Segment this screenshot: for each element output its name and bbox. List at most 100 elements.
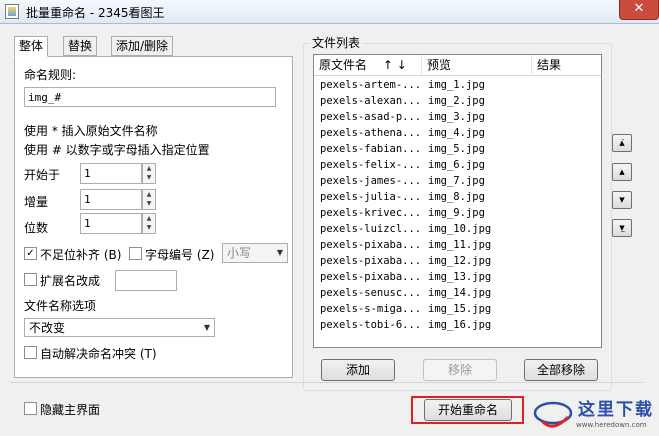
preview-name: img_16.jpg — [428, 319, 492, 331]
watermark-url: www.heredown.com — [576, 421, 647, 429]
table-row[interactable]: pexels-s-miga... img_15.jpg — [314, 301, 601, 317]
table-row[interactable]: pexels-krivec... img_9.jpg — [314, 205, 601, 221]
original-name: pexels-james-... — [320, 175, 420, 187]
move-up-button[interactable]: ▲ — [612, 163, 632, 181]
table-row[interactable]: pexels-alexan... img_2.jpg — [314, 93, 601, 109]
digits-input[interactable] — [80, 213, 142, 234]
alpha-label[interactable]: 字母编号 (Z) — [145, 246, 214, 263]
header-result[interactable]: 结果 — [532, 55, 601, 76]
table-row[interactable]: pexels-artem-... img_1.jpg — [314, 77, 601, 93]
conflict-label[interactable]: 自动解决命名冲突 (T) — [40, 345, 157, 362]
original-name: pexels-tobi-6... — [320, 319, 420, 331]
rule-label: 命名规则: — [24, 68, 77, 82]
original-name: pexels-pixaba... — [320, 271, 420, 283]
tab-add-delete[interactable]: 添加/删除 — [111, 36, 174, 56]
table-row[interactable]: pexels-james-... img_7.jpg — [314, 173, 601, 189]
preview-name: img_8.jpg — [428, 191, 485, 203]
original-name: pexels-krivec... — [320, 207, 420, 219]
hide-main-label[interactable]: 隐藏主界面 — [40, 401, 100, 418]
start-input[interactable] — [80, 163, 142, 184]
move-top-icon: ▲̄ — [619, 139, 625, 147]
table-row[interactable]: pexels-luizcl... img_10.jpg — [314, 221, 601, 237]
rule-input[interactable] — [24, 87, 276, 107]
preview-name: img_13.jpg — [428, 271, 492, 283]
file-rows: pexels-artem-... img_1.jpg pexels-alexan.… — [314, 77, 601, 333]
table-row[interactable]: pexels-athena... img_4.jpg — [314, 125, 601, 141]
original-name: pexels-artem-... — [320, 79, 420, 91]
app-icon — [5, 4, 19, 19]
header-preview[interactable]: 预览 — [422, 55, 532, 76]
down-arrow-icon[interactable]: ▼ — [143, 223, 155, 232]
watermark: 这里下载 www.heredown.com — [530, 393, 659, 436]
close-button[interactable]: ✕ — [619, 0, 659, 20]
sort-arrows-icon[interactable]: ↑ ↓ — [383, 58, 407, 72]
preview-name: img_15.jpg — [428, 303, 492, 315]
start-label: 开始于 — [24, 168, 61, 182]
original-name: pexels-athena... — [320, 127, 420, 139]
file-list-title: 文件列表 — [310, 34, 363, 51]
digits-spinner[interactable]: ▲ ▼ — [142, 213, 156, 234]
down-arrow-icon[interactable]: ▼ — [143, 173, 155, 182]
step-input[interactable] — [80, 189, 142, 210]
header-original-label: 原文件名 — [319, 58, 368, 72]
move-down-button[interactable]: ▼ — [612, 191, 632, 209]
start-rename-button[interactable]: 开始重命名 — [424, 399, 512, 421]
preview-name: img_4.jpg — [428, 127, 485, 139]
preview-name: img_9.jpg — [428, 207, 485, 219]
original-name: pexels-pixaba... — [320, 239, 420, 251]
original-name: pexels-pixaba... — [320, 255, 420, 267]
table-row[interactable]: pexels-asad-p... img_3.jpg — [314, 109, 601, 125]
table-row[interactable]: pexels-julia-... img_8.jpg — [314, 189, 601, 205]
down-arrow-icon[interactable]: ▼ — [143, 199, 155, 208]
table-row[interactable]: pexels-felix-... img_6.jpg — [314, 157, 601, 173]
original-name: pexels-luizcl... — [320, 223, 420, 235]
start-spinner[interactable]: ▲ ▼ — [142, 163, 156, 184]
pad-label[interactable]: 不足位补齐 (B) — [40, 246, 121, 263]
tab-replace[interactable]: 替换 — [63, 36, 98, 56]
hint-insert-number: 使用 # 以数字或字母插入指定位置 — [24, 143, 210, 157]
move-bottom-icon: ▼̲ — [619, 224, 625, 232]
file-list[interactable]: 原文件名 ↑ ↓ 预览 结果 pexels-artem-... img_1.jpg… — [313, 54, 602, 348]
preview-name: img_12.jpg — [428, 255, 492, 267]
original-name: pexels-senusc... — [320, 287, 420, 299]
digits-label: 位数 — [24, 221, 49, 235]
chevron-down-icon: ▼ — [276, 248, 283, 257]
table-row[interactable]: pexels-senusc... img_14.jpg — [314, 285, 601, 301]
ext-checkbox[interactable] — [24, 273, 37, 286]
preview-name: img_3.jpg — [428, 111, 485, 123]
case-dropdown[interactable]: 小写 ▼ — [222, 243, 288, 263]
table-row[interactable]: pexels-pixaba... img_11.jpg — [314, 237, 601, 253]
tab-overall[interactable]: 整体 — [14, 36, 49, 57]
move-top-button[interactable]: ▲̄ — [612, 134, 632, 152]
up-arrow-icon[interactable]: ▲ — [143, 190, 155, 199]
alpha-checkbox[interactable] — [129, 247, 142, 260]
preview-name: img_1.jpg — [428, 79, 485, 91]
step-label: 增量 — [24, 195, 49, 209]
title-bar: 批量重命名 - 2345看图王 ✕ — [0, 0, 659, 24]
add-button[interactable]: 添加 — [321, 359, 395, 381]
move-up-icon: ▲ — [619, 168, 625, 176]
ext-label[interactable]: 扩展名改成 — [40, 272, 100, 289]
conflict-checkbox[interactable] — [24, 346, 37, 359]
table-row[interactable]: pexels-fabian... img_5.jpg — [314, 141, 601, 157]
remove-button[interactable]: 移除 — [423, 359, 497, 381]
hide-main-checkbox[interactable] — [24, 402, 37, 415]
table-row[interactable]: pexels-pixaba... img_12.jpg — [314, 253, 601, 269]
pad-checkbox[interactable]: ✓ — [24, 247, 37, 260]
original-name: pexels-julia-... — [320, 191, 420, 203]
table-row[interactable]: pexels-pixaba... img_13.jpg — [314, 269, 601, 285]
preview-name: img_7.jpg — [428, 175, 485, 187]
table-row[interactable]: pexels-tobi-6... img_16.jpg — [314, 317, 601, 333]
preview-name: img_10.jpg — [428, 223, 492, 235]
step-spinner[interactable]: ▲ ▼ — [142, 189, 156, 210]
ext-input[interactable] — [115, 270, 177, 291]
list-header: 原文件名 ↑ ↓ 预览 结果 — [314, 55, 601, 76]
move-bottom-button[interactable]: ▼̲ — [612, 219, 632, 237]
preview-name: img_5.jpg — [428, 143, 485, 155]
up-arrow-icon[interactable]: ▲ — [143, 214, 155, 223]
name-option-dropdown[interactable]: 不改变 ▼ — [24, 318, 215, 337]
up-arrow-icon[interactable]: ▲ — [143, 164, 155, 173]
watermark-logo-icon — [533, 401, 573, 428]
header-original[interactable]: 原文件名 ↑ ↓ — [314, 55, 422, 76]
remove-all-button[interactable]: 全部移除 — [524, 359, 598, 381]
